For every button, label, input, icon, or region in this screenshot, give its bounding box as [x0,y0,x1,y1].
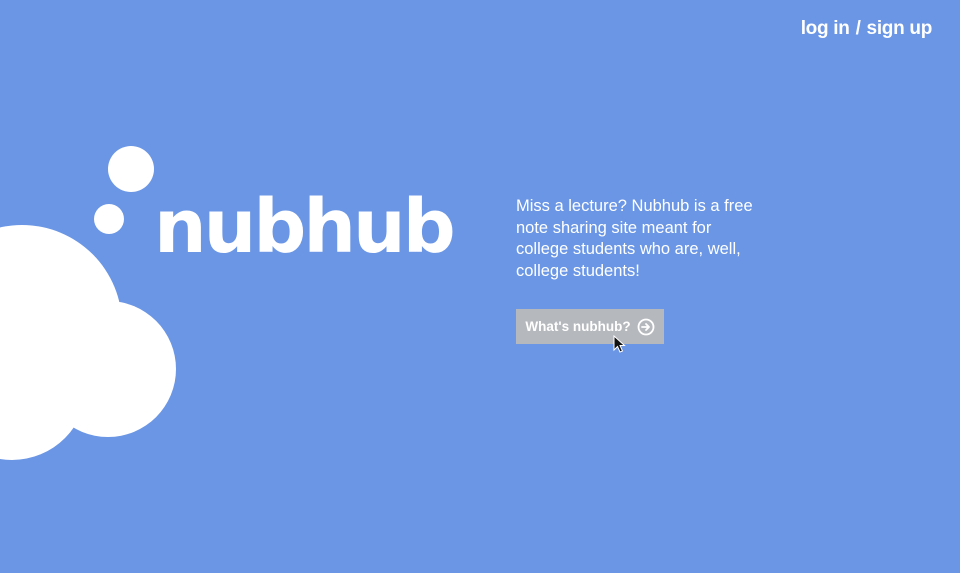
bubble-small [94,204,124,234]
login-link[interactable]: log in [801,18,850,40]
mouse-pointer-icon [613,335,626,353]
nubhub-logo: nubhub [154,184,456,270]
auth-links: log in / sign up [801,18,933,40]
arrow-right-circle-icon [637,318,655,336]
hero-tagline: Miss a lecture? Nubhub is a free note sh… [516,197,753,281]
signup-link[interactable]: sign up [867,18,933,40]
auth-separator: / [855,18,861,39]
bubble-large [108,146,154,192]
whats-nubhub-label: What's nubhub? [525,319,631,334]
whats-nubhub-button[interactable]: What's nubhub? [516,309,664,344]
